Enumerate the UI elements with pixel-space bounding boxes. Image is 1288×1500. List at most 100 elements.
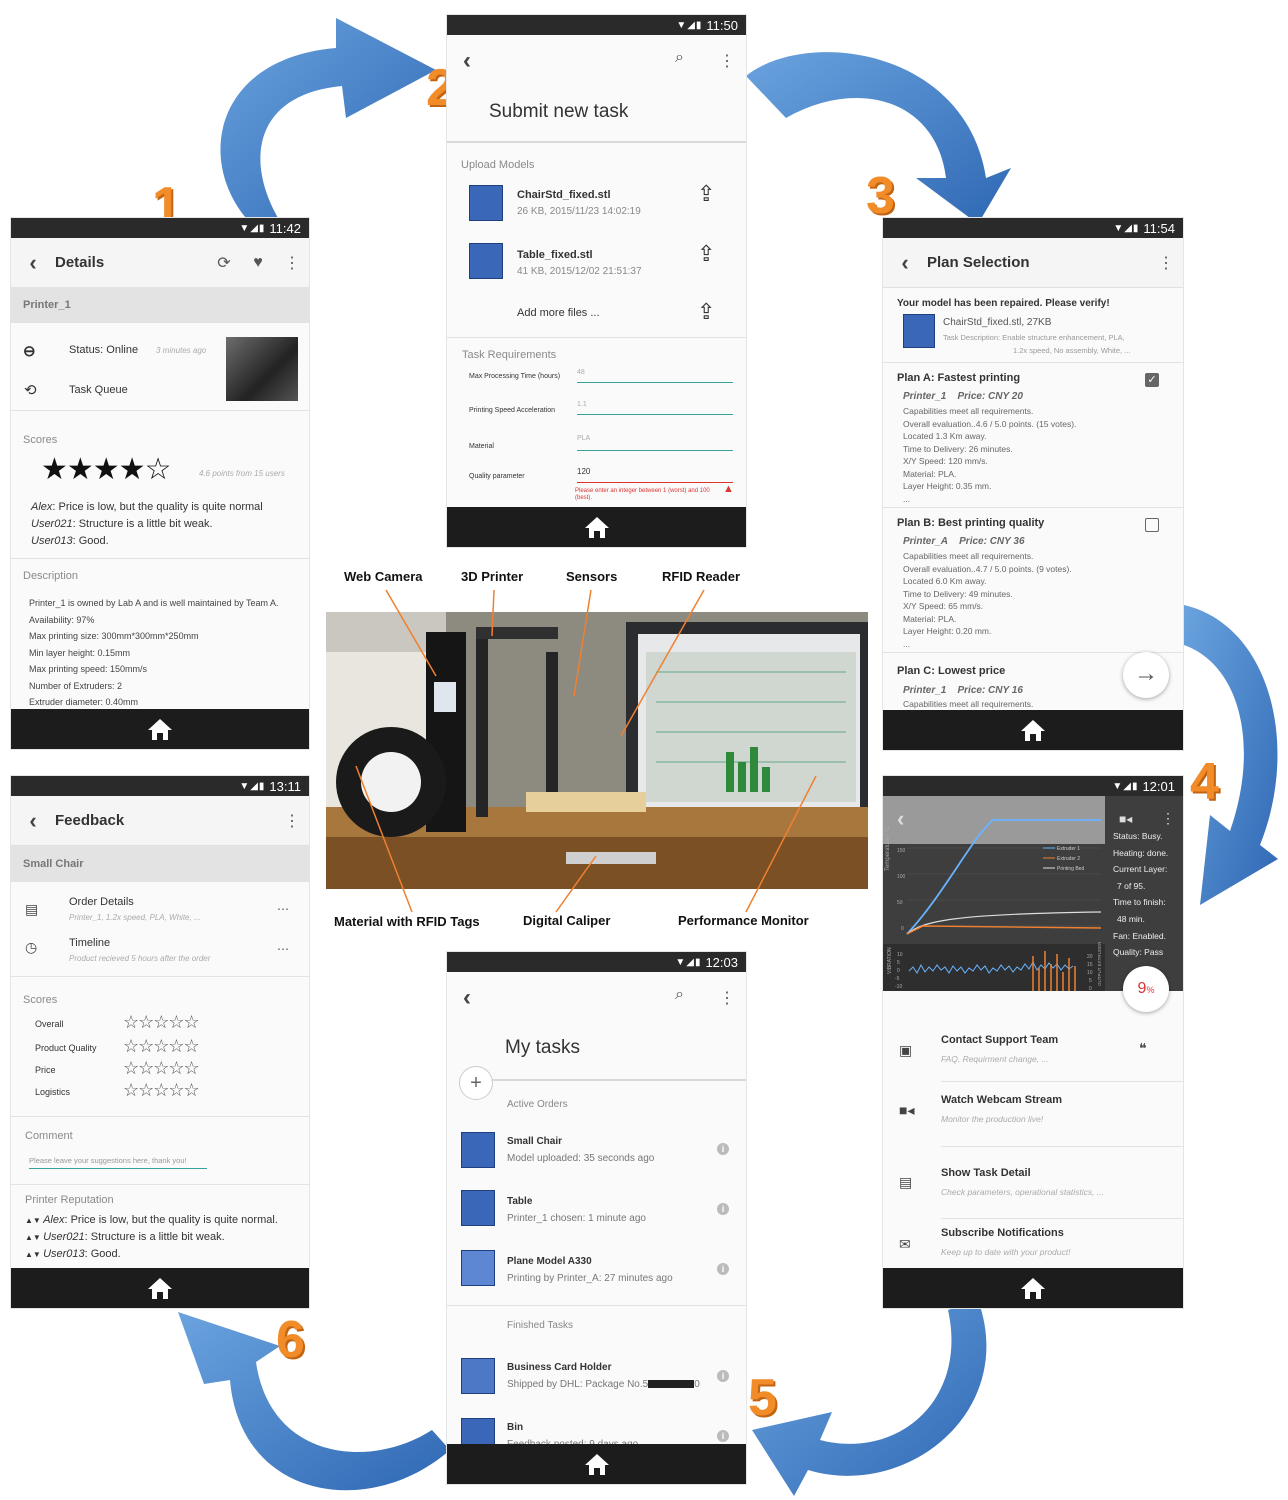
- more-icon[interactable]: ⋮: [1161, 810, 1175, 827]
- next-fab-button[interactable]: →: [1123, 652, 1169, 698]
- plan-a-printer: Printer_1 Price: CNY 20: [903, 391, 1023, 402]
- back-button[interactable]: ‹: [11, 808, 55, 834]
- thumbs-icons[interactable]: ▲▼: [25, 1250, 43, 1259]
- scores-label: Scores: [23, 994, 58, 1006]
- info-icon[interactable]: i: [717, 1143, 729, 1155]
- nav-bar: [11, 1268, 309, 1308]
- plan-c-details: Capabilities meet all requirements.: [903, 699, 1034, 709]
- temp-tick: 150: [897, 848, 906, 854]
- upload-icon[interactable]: ⇪: [697, 241, 715, 267]
- status-bar: ▼◢▮ 11:54: [883, 218, 1183, 238]
- task-description-2: 1.2x speed, No assembly, White, ...: [1013, 346, 1131, 355]
- hangouts-icon[interactable]: ❝: [1139, 1040, 1147, 1057]
- vib-tick: 10: [897, 952, 903, 958]
- home-icon[interactable]: [584, 515, 610, 539]
- field-label-material: Material: [469, 443, 494, 450]
- order-details-sub: Printer_1, 1.2x speed, PLA, White, ...: [69, 913, 201, 922]
- review-3: User013: Good.: [31, 535, 109, 547]
- comment-input[interactable]: Please leave your suggestions here, than…: [29, 1156, 207, 1169]
- back-button[interactable]: ‹: [897, 806, 904, 832]
- action-task-detail-title[interactable]: Show Task Detail: [941, 1167, 1031, 1179]
- order-details-link[interactable]: Order Details: [69, 896, 134, 908]
- home-icon[interactable]: [1020, 718, 1046, 742]
- back-button[interactable]: ‹: [463, 47, 471, 75]
- reputation-review-2: ▲▼ User021: Structure is a little bit we…: [25, 1231, 225, 1243]
- action-subscribe-title[interactable]: Subscribe Notifications: [941, 1227, 1064, 1239]
- max-time-input[interactable]: 48: [577, 369, 733, 383]
- more-icon[interactable]: ⋮: [719, 51, 735, 71]
- home-icon[interactable]: [1020, 1276, 1046, 1300]
- refresh-icon[interactable]: ⟳: [207, 253, 241, 273]
- timeline-sub: Product recieved 5 hours after the order: [69, 954, 211, 963]
- quality-input[interactable]: 120: [577, 467, 733, 483]
- upload-icon[interactable]: ⇪: [697, 181, 715, 207]
- page-title: Plan Selection: [927, 254, 1030, 271]
- plan-a-checkbox[interactable]: ✓: [1145, 373, 1159, 387]
- home-icon[interactable]: [147, 1276, 173, 1300]
- action-webcam-title[interactable]: Watch Webcam Stream: [941, 1094, 1062, 1106]
- plan-a-details: Capabilities meet all requirements. Overa…: [903, 406, 1077, 504]
- plan-b-checkbox[interactable]: [1145, 518, 1159, 532]
- legend-extruder-2: Extruder 2: [1057, 856, 1080, 862]
- comment-label: Comment: [25, 1130, 73, 1142]
- quality-star-rating[interactable]: ☆☆☆☆☆: [123, 1036, 200, 1057]
- app-bar: ‹ Plan Selection ⋮: [883, 238, 1183, 288]
- search-icon[interactable]: ⌕: [675, 49, 684, 67]
- status-text: Status: Online: [69, 344, 139, 356]
- video-camera-icon[interactable]: ■◂: [1119, 812, 1132, 826]
- info-icon[interactable]: i: [717, 1203, 729, 1215]
- upload-icon[interactable]: ⇪: [697, 299, 715, 325]
- clipboard-icon: ▤: [899, 1174, 913, 1190]
- home-icon[interactable]: [147, 717, 173, 741]
- action-subscribe-sub: Keep up to date with your product!: [941, 1247, 1071, 1257]
- signal-battery-icon: ▼◢▮: [239, 780, 266, 792]
- more-icon[interactable]: ⋮: [275, 811, 309, 831]
- reputation-review-3: ▲▼ User013: Good.: [25, 1248, 121, 1260]
- plan-b-title: Plan B: Best printing quality: [897, 517, 1045, 529]
- action-contact-title[interactable]: Contact Support Team: [941, 1034, 1058, 1046]
- search-icon[interactable]: ⌕: [675, 986, 684, 1004]
- timeline-link[interactable]: Timeline: [69, 937, 110, 949]
- back-button[interactable]: ‹: [883, 250, 927, 276]
- nav-bar: [447, 1444, 746, 1484]
- home-icon[interactable]: [584, 1452, 610, 1476]
- page-title: Details: [55, 254, 105, 271]
- thumbs-icons[interactable]: ▲▼: [25, 1233, 43, 1242]
- add-task-button[interactable]: +: [459, 1066, 493, 1100]
- plan-b-printer: Printer_A Price: CNY 36: [903, 536, 1025, 547]
- info-icon[interactable]: i: [717, 1263, 729, 1275]
- label-web-camera: Web Camera: [344, 569, 423, 584]
- flow-arrow-5-6: [178, 1312, 450, 1491]
- task-name: Business Card Holder: [507, 1362, 612, 1373]
- more-icon[interactable]: ⋮: [275, 253, 309, 273]
- logistics-star-rating[interactable]: ☆☆☆☆☆: [123, 1080, 200, 1101]
- speed-input[interactable]: 1.1: [577, 401, 733, 415]
- heart-icon[interactable]: ♥: [241, 254, 275, 272]
- order-more-icon[interactable]: ⋯: [277, 902, 289, 916]
- add-more-files-button[interactable]: Add more files ...: [517, 307, 600, 319]
- timeline-more-icon[interactable]: ⋯: [277, 942, 289, 956]
- signal-battery-icon: ▼◢▮: [675, 956, 702, 968]
- back-button[interactable]: ‹: [11, 250, 55, 276]
- overall-star-rating[interactable]: ☆☆☆☆☆: [123, 1012, 200, 1033]
- field-label-speed: Printing Speed Acceleration: [469, 407, 555, 414]
- out-tick: 15: [1087, 962, 1093, 968]
- plan-c-printer: Printer_1 Price: CNY 16: [903, 685, 1023, 696]
- task-queue-link[interactable]: Task Queue: [69, 384, 128, 396]
- out-tick: 20: [1087, 954, 1093, 960]
- label-performance-monitor: Performance Monitor: [678, 913, 809, 928]
- info-icon[interactable]: i: [717, 1370, 729, 1382]
- back-button[interactable]: ‹: [463, 984, 471, 1012]
- file-meta-1: 26 KB, 2015/11/23 14:02:19: [517, 206, 641, 217]
- plane-thumbnail: [461, 1250, 495, 1286]
- price-star-rating[interactable]: ☆☆☆☆☆: [123, 1058, 200, 1079]
- material-input[interactable]: PLA: [577, 435, 733, 451]
- temp-tick: 100: [897, 874, 906, 880]
- vibration-label: VIBRATION: [887, 947, 893, 974]
- more-icon[interactable]: ⋮: [1149, 253, 1183, 273]
- rating-note: 4.6 points from 15 users: [199, 469, 285, 478]
- info-icon[interactable]: i: [717, 1430, 729, 1442]
- thumbs-icons[interactable]: ▲▼: [25, 1216, 43, 1225]
- more-icon[interactable]: ⋮: [719, 988, 735, 1008]
- printer-name: Printer_1: [11, 287, 309, 323]
